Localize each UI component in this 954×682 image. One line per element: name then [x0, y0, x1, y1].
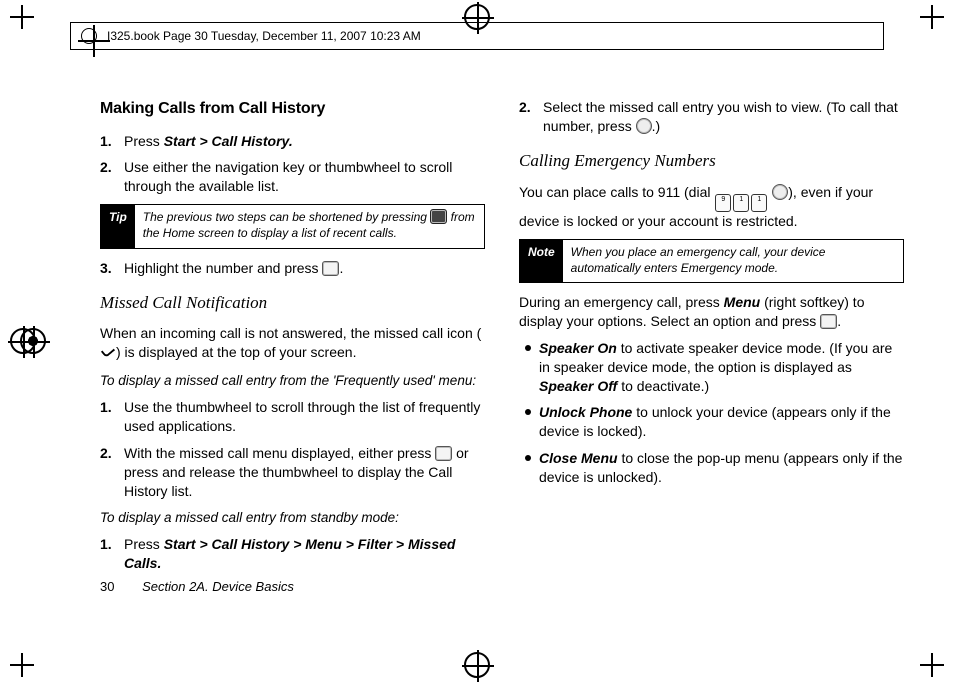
- steps-making-calls-cont: 3. Highlight the number and press .: [100, 259, 485, 278]
- step-item: 1. Press Start > Call History.: [120, 132, 485, 151]
- crop-mark-icon: [10, 653, 34, 677]
- note-body: When you place an emergency call, your d…: [563, 240, 903, 282]
- missed-call-icon: [100, 344, 116, 360]
- key-1-icon: 1: [751, 194, 767, 212]
- body-text: You can place calls to 911 (dial: [519, 184, 714, 200]
- menu-path: Start > Call History > Menu > Filter > M…: [124, 536, 455, 571]
- ok-key-icon: [435, 446, 452, 461]
- step-item: 3. Highlight the number and press .: [120, 259, 485, 278]
- step-text: .: [339, 260, 343, 276]
- crop-mark-icon: [920, 653, 944, 677]
- doc-header-text: I325.book Page 30 Tuesday, December 11, …: [107, 28, 421, 44]
- step-item: 2. Use either the navigation key or thum…: [120, 158, 485, 196]
- crop-mark-icon: [10, 5, 34, 29]
- heading-making-calls: Making Calls from Call History: [100, 98, 485, 120]
- ok-key-icon: [322, 261, 339, 276]
- key-9-icon: 9: [715, 194, 731, 212]
- crop-mark-icon: [920, 5, 944, 29]
- paragraph: When an incoming call is not answered, t…: [100, 324, 485, 362]
- step-text: Select the missed call entry you wish to…: [543, 99, 898, 134]
- step-item: 1. Use the thumbwheel to scroll through …: [120, 398, 485, 436]
- menu-path: Start > Call History.: [164, 133, 293, 149]
- body-text: to deactivate.): [617, 378, 709, 394]
- note-tag: Note: [520, 240, 563, 282]
- step-item: 2. Select the missed call entry you wish…: [539, 98, 904, 136]
- step-text: With the missed call menu displayed, eit…: [124, 445, 435, 461]
- page-number: 30: [100, 579, 114, 594]
- options-list: Speaker On to activate speaker device mo…: [519, 339, 904, 487]
- registration-mark-icon: [464, 652, 490, 678]
- section-title: Section 2A. Device Basics: [142, 579, 294, 594]
- step-text: Use the thumbwheel to scroll through the…: [124, 399, 480, 434]
- page-footer: 30 Section 2A. Device Basics: [100, 578, 294, 596]
- option-title: Speaker On: [539, 340, 617, 356]
- body-text: During an emergency call, press: [519, 294, 724, 310]
- paragraph: You can place calls to 911 (dial 911 ), …: [519, 183, 904, 231]
- tip-body: The previous two steps can be shortened …: [135, 205, 484, 247]
- step-text: Press: [124, 536, 164, 552]
- subheading: To display a missed call entry from stan…: [100, 509, 485, 527]
- crop-marks-bottom: [0, 652, 954, 678]
- tip-tag: Tip: [101, 205, 135, 247]
- list-item: Speaker On to activate speaker device mo…: [529, 339, 904, 396]
- option-title: Unlock Phone: [539, 404, 632, 420]
- heading-emergency: Calling Emergency Numbers: [519, 150, 904, 173]
- list-item: Close Menu to close the pop-up menu (app…: [529, 449, 904, 487]
- subheading: To display a missed call entry from the …: [100, 372, 485, 390]
- step-text: Press: [124, 133, 164, 149]
- step-text: Use either the navigation key or thumbwh…: [124, 159, 452, 194]
- heading-missed-call: Missed Call Notification: [100, 292, 485, 315]
- doc-header-bar: I325.book Page 30 Tuesday, December 11, …: [70, 22, 884, 50]
- option-title: Speaker Off: [539, 378, 617, 394]
- tip-callout: Tip The previous two steps can be shorte…: [100, 204, 485, 248]
- key-1-icon: 1: [733, 194, 749, 212]
- call-key-icon: [772, 184, 788, 200]
- paragraph: During an emergency call, press Menu (ri…: [519, 293, 904, 331]
- ok-key-icon: [820, 314, 837, 329]
- step-item: 1. Press Start > Call History > Menu > F…: [120, 535, 485, 573]
- steps-making-calls: 1. Press Start > Call History. 2. Use ei…: [100, 132, 485, 197]
- list-item: Unlock Phone to unlock your device (appe…: [529, 403, 904, 441]
- softkey-icon: [430, 209, 447, 224]
- dial-keys: 911: [714, 184, 788, 200]
- page-content: Making Calls from Call History 1. Press …: [100, 98, 904, 612]
- note-callout: Note When you place an emergency call, y…: [519, 239, 904, 283]
- body-text: .: [837, 313, 841, 329]
- call-key-icon: [636, 118, 652, 134]
- registration-mark-icon: [20, 328, 46, 354]
- steps-freq-used: 1. Use the thumbwheel to scroll through …: [100, 398, 485, 500]
- registration-mark-icon: [81, 28, 97, 44]
- softkey-label: Menu: [724, 294, 761, 310]
- option-title: Close Menu: [539, 450, 618, 466]
- step-text: .): [652, 118, 661, 134]
- body-text: ) is displayed at the top of your screen…: [116, 344, 356, 360]
- body-text: When an incoming call is not answered, t…: [100, 325, 481, 341]
- tip-text: The previous two steps can be shortened …: [143, 210, 431, 224]
- step-text: Highlight the number and press: [124, 260, 322, 276]
- step-item: 2. With the missed call menu displayed, …: [120, 444, 485, 501]
